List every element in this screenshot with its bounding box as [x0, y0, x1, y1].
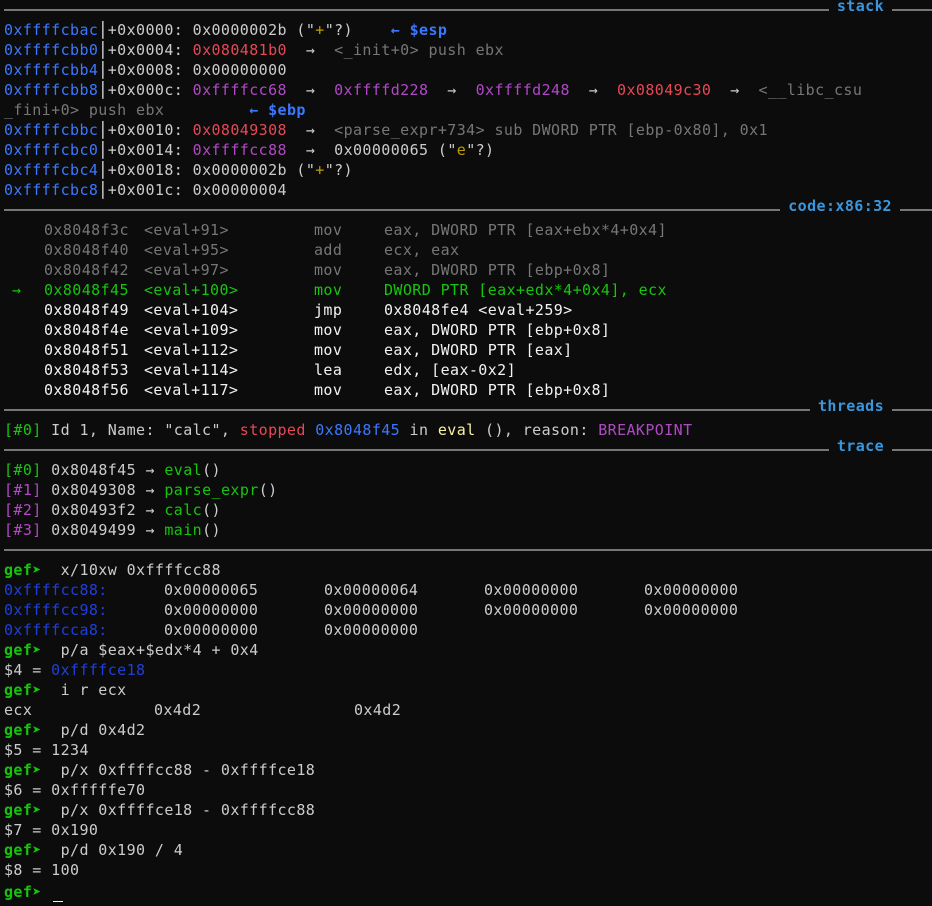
console-output: $7 = 0x190 [4, 821, 99, 839]
context-end-divider [4, 540, 932, 560]
stack-row: 0xffffcbb8│+0x000c: 0xffffcc68 → 0xffffd… [4, 81, 863, 99]
esp-marker: ← $esp [390, 21, 448, 39]
stack-row: 0xffffcbb4│+0x0008: 0x00000000 [4, 61, 287, 79]
console-command: gef➤ p/x 0xffffcc88 - 0xffffce18 [4, 761, 316, 779]
trace-section-header: trace [4, 436, 932, 460]
stack-row: 0xffffcbac│+0x0000: 0x0000002b ("+"?) ← … [4, 21, 448, 39]
memory-row: 0xffffcc88: 0x00000065 0x00000064 0x0000000… [4, 581, 739, 599]
console-output: $5 = 1234 [4, 741, 89, 759]
code-line: 0x8048f51 <eval+112> mov eax, DWORD PTR [ea… [44, 341, 573, 359]
console-command: gef➤ x/10xw 0xffffcc88 [4, 561, 221, 579]
memory-row: 0xffffcca8: 0x00000000 0x00000000 [4, 621, 419, 639]
code-line: 0x8048f42 <eval+97> mov eax, DWORD PTR [ebp… [44, 261, 611, 279]
console-output: $4 = 0xffffce18 [4, 661, 146, 679]
console-output: $8 = 100 [4, 861, 80, 879]
trace-frame: [#1] 0x8049308 → parse_expr() [4, 481, 278, 499]
trace-frame: [#3] 0x8049499 → main() [4, 521, 221, 539]
gdb-terminal[interactable]: stack 0xffffcbac│+0x0000: 0x0000002b ("+… [0, 0, 932, 906]
code-title: code:x86:32 [780, 196, 900, 216]
console-command: gef➤ p/d 0x4d2 [4, 721, 146, 739]
stack-row: 0xffffcbc0│+0x0014: 0xffffcc88 → 0x00000… [4, 141, 495, 159]
ebp-marker: ← $ebp [249, 101, 306, 119]
gef-prompt: gef➤ [4, 561, 52, 579]
stack-title: stack [828, 0, 892, 16]
stack-row: 0xffffcbb0│+0x0004: 0x080481b0 → <_init+… [4, 41, 504, 59]
register-output: ecx 0x4d2 0x4d2 [4, 701, 402, 719]
text-cursor [53, 901, 64, 902]
threads-title: threads [809, 396, 892, 416]
code-line: 0x8048f3c <eval+91> mov eax, DWORD PTR [eax… [44, 221, 667, 239]
code-line: 0x8048f40 <eval+95> add ecx, eax [44, 241, 460, 259]
console-command: gef➤ p/a $eax+$edx*4 + 0x4 [4, 641, 259, 659]
code-line: 0x8048f49 <eval+104> jmp 0x8048fe4 <eval+25… [44, 301, 573, 319]
threads-section-header: threads [4, 396, 932, 420]
code-line: 0x8048f4e <eval+109> mov eax, DWORD PTR [eb… [44, 321, 611, 339]
stack-section-header: stack [4, 0, 932, 20]
stack-row: 0xffffcbbc│+0x0010: 0x08049308 → <parse_… [4, 121, 768, 139]
trace-frame: [#2] 0x80493f2 → calc() [4, 501, 221, 519]
console-output: $6 = 0xfffffe70 [4, 781, 146, 799]
trace-frame: [#0] 0x8048f45 → eval() [4, 461, 221, 479]
current-instruction-arrow-icon: → [12, 281, 22, 299]
code-line: 0x8048f56 <eval+117> mov eax, DWORD PTR [eb… [44, 381, 611, 399]
trace-title: trace [828, 436, 892, 456]
stack-row-wrap: _fini+0> push ebx ← $ebp [4, 101, 306, 119]
console-input-line[interactable]: gef➤ [4, 882, 932, 902]
console-command: gef➤ i r ecx [4, 681, 127, 699]
code-line: 0x8048f53 <eval+114> lea edx, [eax-0x2] [44, 361, 517, 379]
disassembly: 0x8048f3c <eval+91> mov eax, DWORD PTR [eax… [4, 220, 932, 400]
code-section-header: code:x86:32 [4, 196, 932, 220]
stack-row: 0xffffcbc4│+0x0018: 0x0000002b ("+"?) [4, 161, 353, 179]
code-line-current: → 0x8048f45 <eval+100> mov DWORD PTR [eax+ed… [4, 280, 932, 300]
console-command: gef➤ p/x 0xffffce18 - 0xffffcc88 [4, 801, 316, 819]
thread-line: [#0] Id 1, Name: "calc", stopped 0x8048f… [4, 421, 693, 439]
console-command: gef➤ p/d 0x190 / 4 [4, 841, 184, 859]
memory-row: 0xffffcc98: 0x00000000 0x00000000 0x0000000… [4, 601, 739, 619]
